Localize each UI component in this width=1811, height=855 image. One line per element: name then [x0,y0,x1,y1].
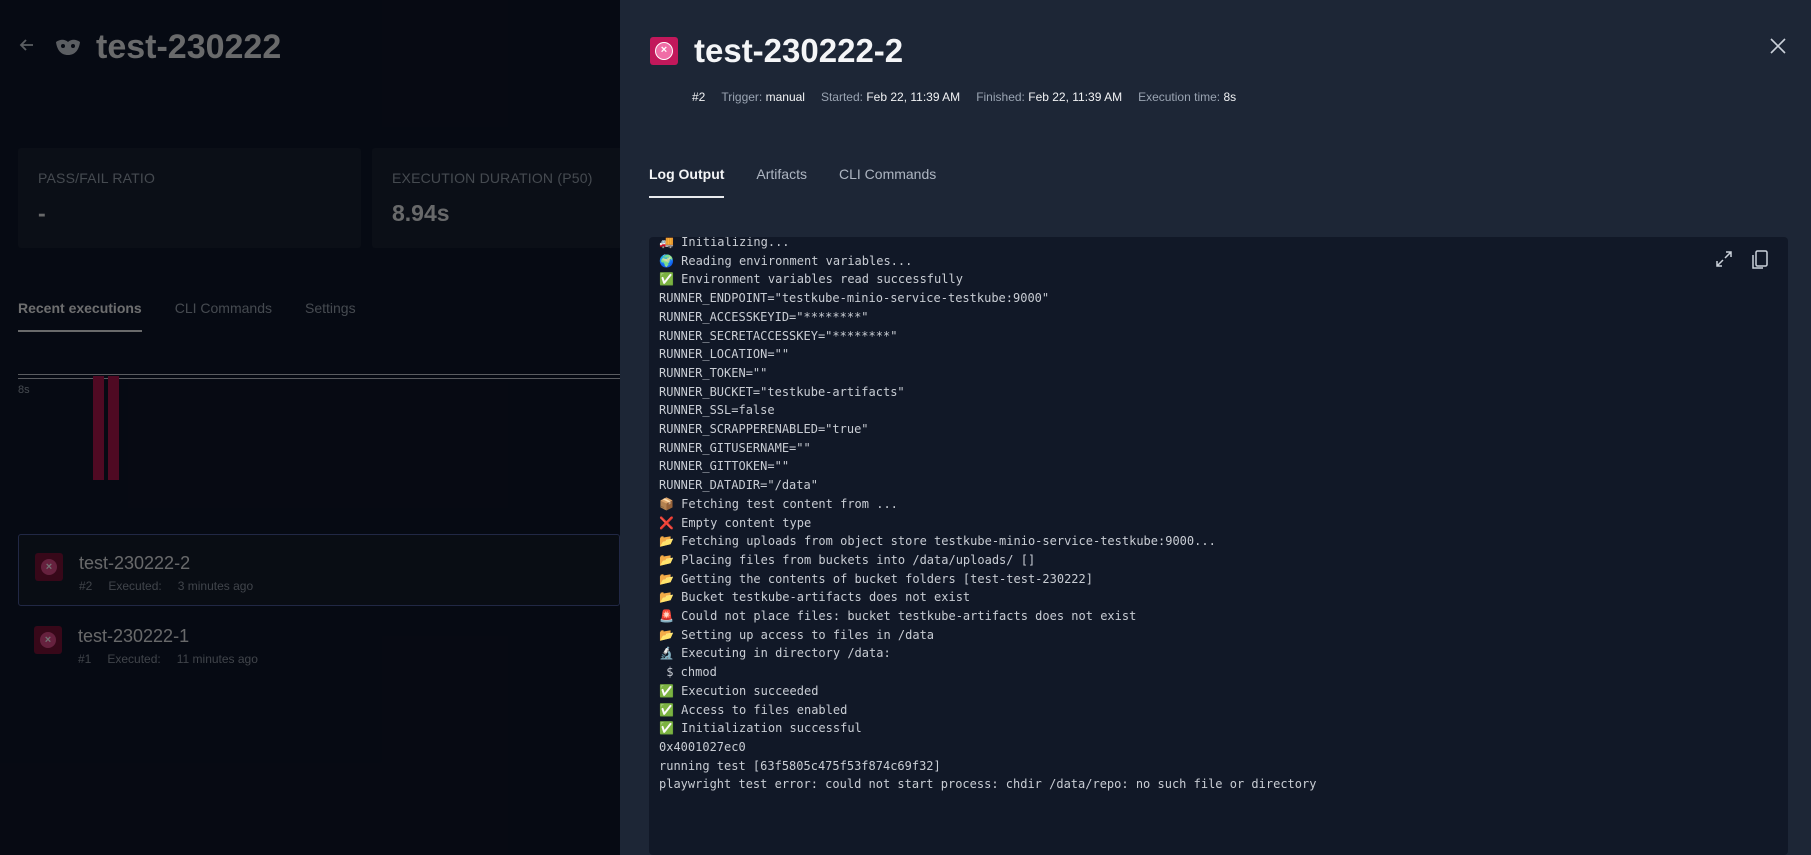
log-line: 📂 Placing files from buckets into /data/… [659,552,1036,567]
trigger-value: manual [765,90,805,104]
back-arrow-icon[interactable] [18,36,40,60]
trigger-label: Trigger: [721,90,763,104]
close-icon[interactable] [1769,36,1787,60]
finished-value: Feb 22, 11:39 AM [1028,90,1123,104]
execution-time-label: Execution time: [1138,90,1221,104]
log-line: RUNNER_GITUSERNAME="" [659,440,811,455]
log-line: 🚚 Initializing... [659,237,790,249]
execution-number: #2 [79,579,93,593]
tab-artifacts[interactable]: Artifacts [756,166,807,198]
log-toolbar [1714,249,1770,269]
log-line: 📦 Fetching test content from ... [659,496,898,511]
executed-time: 11 minutes ago [176,652,258,666]
log-line: 🌍 Reading environment variables... [659,253,913,268]
execution-row[interactable]: × test-230222-1 #1 Executed: 11 minutes … [18,608,620,680]
drawer-tabs: Log Output Artifacts CLI Commands [649,166,936,198]
log-line: 📂 Setting up access to files in /data [659,627,935,642]
execution-row[interactable]: × test-230222-2 #2 Executed: 3 minutes a… [18,534,620,606]
executed-label: Executed: [107,652,161,666]
tab-recent-executions[interactable]: Recent executions [18,300,142,332]
finished-label: Finished: [976,90,1025,104]
started-info: Started: Feb 22, 11:39 AM [821,90,960,104]
log-line: 📂 Bucket testkube-artifacts does not exi… [659,590,971,605]
log-line: RUNNER_ENDPOINT="testkube-minio-service-… [659,291,1050,306]
execution-number: #2 [692,90,706,104]
log-line: ✅ Initialization successful [659,721,862,736]
log-line: 0x4001027ec0 [659,739,746,754]
log-line: RUNNER_GITTOKEN="" [659,459,790,474]
execution-number: #1 [78,652,92,666]
execution-title: test-230222-2 [694,32,904,69]
execution-meta: #2 Trigger: manual Started: Feb 22, 11:3… [692,90,1236,104]
log-line: RUNNER_DATADIR="/data" [659,478,818,493]
page-title: test-230222 [96,28,282,66]
log-line: ✅ Execution succeeded [659,683,819,698]
execution-details-drawer: × test-230222-2 #2 Trigger: manual Start… [620,0,1811,855]
started-value: Feb 22, 11:39 AM [866,90,961,104]
failed-status-icon: × [650,37,678,65]
chart-gridline [18,374,620,375]
log-output-panel[interactable]: 🚚 Initializing... 🌍 Reading environment v… [649,237,1788,855]
log-line: ✅ Environment variables read successfull… [659,272,963,287]
execution-meta: #2 Executed: 3 minutes ago [79,579,253,593]
chart-tick-label: 8s [18,384,30,396]
executed-time: 3 minutes ago [177,579,254,593]
log-lines: 🚚 Initializing... 🌍 Reading environment v… [659,237,1316,794]
log-line: RUNNER_ACCESSKEYID="********" [659,309,869,324]
metric-label: EXECUTION DURATION (P50) [392,170,593,186]
executed-label: Executed: [108,579,162,593]
log-line: RUNNER_TOKEN="" [659,365,768,380]
log-line: $ chmod [659,665,717,680]
log-line: 🚨 Could not place files: bucket testkube… [659,609,1137,624]
executions-chart: 8s [18,372,620,482]
execution-name: test-230222-2 [79,553,191,573]
test-tabs: Recent executions CLI Commands Settings [18,300,356,332]
log-line: RUNNER_LOCATION="" [659,347,790,362]
log-line: 📂 Fetching uploads from object store tes… [659,534,1216,549]
playwright-icon [54,37,82,59]
log-line: playwright test error: could not start p… [659,777,1317,792]
execution-bar[interactable] [108,376,119,480]
trigger-info: Trigger: manual [721,90,805,104]
execution-name: test-230222-1 [78,626,190,646]
execution-duration-card: EXECUTION DURATION (P50) 8.94s [372,148,632,248]
execution-time-info: Execution time: 8s [1138,90,1236,104]
log-line: ✅ Access to files enabled [659,702,848,717]
log-line: 🔬 Executing in directory /data: [659,646,891,661]
log-line: RUNNER_SECRETACCESSKEY="********" [659,328,898,343]
tab-log-output[interactable]: Log Output [649,166,725,198]
execution-time-value: 8s [1223,90,1237,104]
page-header: test-230222 [18,28,281,67]
metric-value: - [38,200,46,226]
failed-status-icon: × [34,626,62,654]
failed-status-icon: × [35,553,63,581]
copy-icon[interactable] [1750,249,1770,269]
execution-bar[interactable] [93,376,104,480]
metric-label: PASS/FAIL RATIO [38,170,156,186]
drawer-header: × test-230222-2 [650,32,903,70]
tab-settings[interactable]: Settings [305,300,356,332]
log-line: RUNNER_BUCKET="testkube-artifacts" [659,384,905,399]
log-line: 📂 Getting the contents of bucket folders… [659,571,1093,586]
tab-cli-commands[interactable]: CLI Commands [175,300,272,332]
started-label: Started: [820,90,863,104]
log-line: running test [63f5805c475f53f874c69f32] [659,758,941,773]
finished-info: Finished: Feb 22, 11:39 AM [976,90,1122,104]
log-line: ❌ Empty content type [659,515,812,530]
fullscreen-icon[interactable] [1714,249,1734,269]
log-line: RUNNER_SSL=false [659,403,775,418]
metric-value: 8.94s [392,200,450,226]
log-line: RUNNER_SCRAPPERENABLED="true" [659,422,869,437]
pass-fail-ratio-card: PASS/FAIL RATIO - [18,148,361,248]
execution-meta: #1 Executed: 11 minutes ago [78,652,258,666]
tab-cli-commands[interactable]: CLI Commands [839,166,936,198]
